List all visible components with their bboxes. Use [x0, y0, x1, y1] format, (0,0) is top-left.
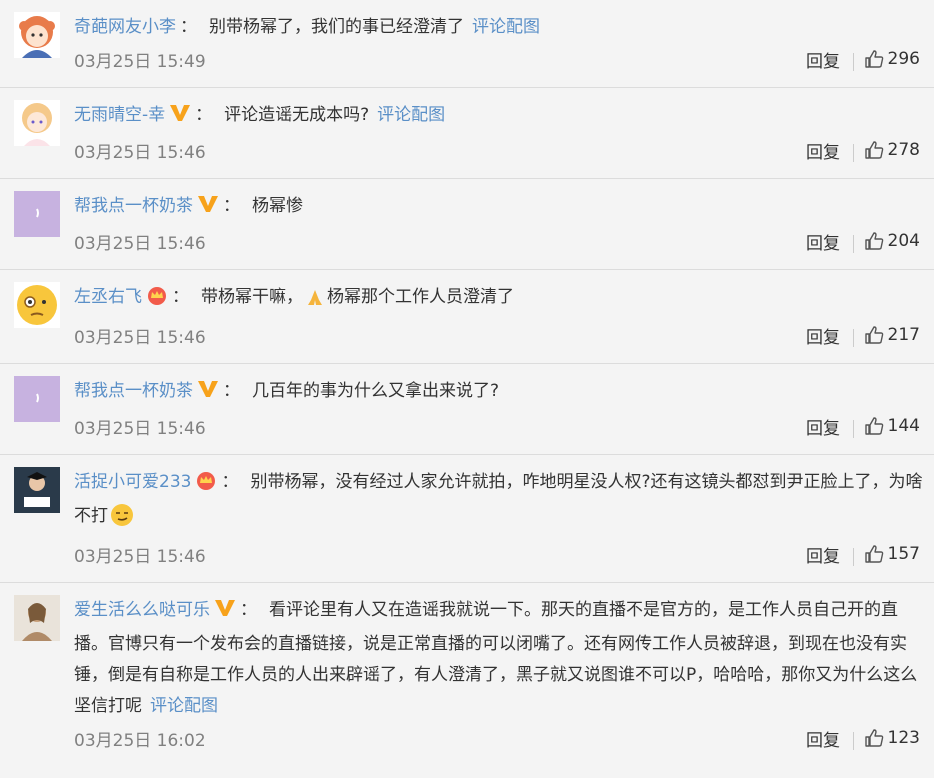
comment-picture-link[interactable]: 评论配图 [150, 696, 218, 716]
avatar[interactable] [14, 282, 60, 328]
comment-item: 帮我点一杯奶茶 ： 杨幂惨 03月25日 15:46 回复 204 [0, 179, 934, 270]
separator: ： [195, 105, 213, 125]
comment-text: 别带杨幂了，我们的事已经澄清了 [209, 17, 464, 37]
like-button[interactable]: 217 [864, 325, 920, 345]
divider [853, 548, 854, 566]
avatar[interactable] [14, 12, 60, 58]
comment-text: 评论造谣无成本吗? [224, 105, 370, 125]
separator: ： [180, 17, 197, 37]
thumbs-up-icon [864, 232, 883, 250]
comment-text: 带杨幂干嘛， [201, 287, 303, 307]
divider [853, 235, 854, 253]
comment-item: 活捉小可爱233：别带杨幂，没有经过人家允许就拍，咋地明星没人权?还有这镜头都怼… [0, 455, 934, 583]
vip-badge-icon [197, 379, 219, 410]
separator: ： [240, 600, 257, 620]
timestamp: 03月25日 15:46 [74, 419, 206, 439]
like-count: 278 [887, 140, 920, 160]
separator: ： [221, 472, 239, 492]
username-link[interactable]: 奇葩网友小李 [74, 17, 176, 37]
vip-badge-icon [214, 598, 236, 629]
reply-button[interactable]: 回复 [806, 414, 840, 439]
separator: ： [223, 196, 240, 216]
vip-badge-icon [169, 103, 191, 134]
like-button[interactable]: 296 [864, 49, 920, 69]
avatar[interactable] [14, 191, 60, 237]
divider [853, 144, 854, 162]
praying-hands-icon [305, 288, 325, 319]
crown-badge-icon [195, 470, 217, 501]
reply-button[interactable]: 回复 [806, 229, 840, 254]
like-count: 144 [887, 416, 920, 436]
thumbs-up-icon [864, 50, 883, 68]
like-button[interactable]: 278 [864, 140, 920, 160]
comment-text: 杨幂惨 [252, 196, 303, 216]
avatar[interactable] [14, 467, 60, 513]
reply-button[interactable]: 回复 [806, 726, 840, 751]
reply-button[interactable]: 回复 [806, 138, 840, 163]
reply-button[interactable]: 回复 [806, 323, 840, 348]
username-link[interactable]: 左丞右飞 [74, 287, 142, 307]
timestamp: 03月25日 15:46 [74, 328, 206, 348]
username-link[interactable]: 帮我点一杯奶茶 [74, 196, 193, 216]
comment-item: 爱生活么么哒可乐：看评论里有人又在造谣我就说一下。那天的直播不是官方的，是工作人… [0, 583, 934, 766]
thumbs-up-icon [864, 141, 883, 159]
timestamp: 03月25日 15:46 [74, 143, 206, 163]
reply-button[interactable]: 回复 [806, 47, 840, 72]
thumbs-up-icon [864, 545, 883, 563]
username-link[interactable]: 帮我点一杯奶茶 [74, 381, 193, 401]
like-button[interactable]: 157 [864, 544, 920, 564]
comment-picture-link[interactable]: 评论配图 [472, 17, 540, 37]
avatar[interactable] [14, 100, 60, 146]
like-count: 123 [887, 728, 920, 748]
thumbs-up-icon [864, 417, 883, 435]
comment-list: 奇葩网友小李：别带杨幂了，我们的事已经澄清了 评论配图 03月25日 15:49 … [0, 0, 934, 766]
crown-badge-icon [146, 285, 168, 316]
username-link[interactable]: 无雨晴空-幸 [74, 105, 165, 125]
like-count: 157 [887, 544, 920, 564]
thumbs-up-icon [864, 326, 883, 344]
separator: ： [223, 381, 240, 401]
vip-badge-icon [197, 194, 219, 225]
separator: ： [172, 287, 189, 307]
thumbs-up-icon [864, 729, 883, 747]
username-link[interactable]: 活捉小可爱233 [74, 472, 191, 492]
smirk-emoji-icon [110, 503, 134, 538]
timestamp: 03月25日 16:02 [74, 731, 206, 751]
like-count: 217 [887, 325, 920, 345]
like-button[interactable]: 144 [864, 416, 920, 436]
like-count: 204 [887, 231, 920, 251]
comment-item: 无雨晴空-幸 ： 评论造谣无成本吗? 评论配图 03月25日 15:46 回复 278 [0, 88, 934, 179]
username-link[interactable]: 爱生活么么哒可乐 [74, 600, 210, 620]
timestamp: 03月25日 15:46 [74, 547, 206, 567]
reply-button[interactable]: 回复 [806, 542, 840, 567]
avatar[interactable] [14, 595, 60, 641]
avatar[interactable] [14, 376, 60, 422]
comment-item: 左丞右飞 ： 带杨幂干嘛， 杨幂那个工作人员澄清了 03月25日 15:46 回复 2… [0, 270, 934, 364]
comment-item: 帮我点一杯奶茶：几百年的事为什么又拿出来说了? 03月25日 15:46 回复 … [0, 364, 934, 455]
comment-text: 杨幂那个工作人员澄清了 [327, 287, 514, 307]
like-button[interactable]: 204 [864, 231, 920, 251]
like-count: 296 [887, 49, 920, 69]
comment-item: 奇葩网友小李：别带杨幂了，我们的事已经澄清了 评论配图 03月25日 15:49 … [0, 0, 934, 88]
comment-text: 几百年的事为什么又拿出来说了? [252, 381, 500, 401]
timestamp: 03月25日 15:49 [74, 52, 206, 72]
timestamp: 03月25日 15:46 [74, 234, 206, 254]
divider [853, 420, 854, 438]
divider [853, 53, 854, 71]
divider [853, 329, 854, 347]
comment-picture-link[interactable]: 评论配图 [377, 105, 445, 125]
like-button[interactable]: 123 [864, 728, 920, 748]
divider [853, 732, 854, 750]
